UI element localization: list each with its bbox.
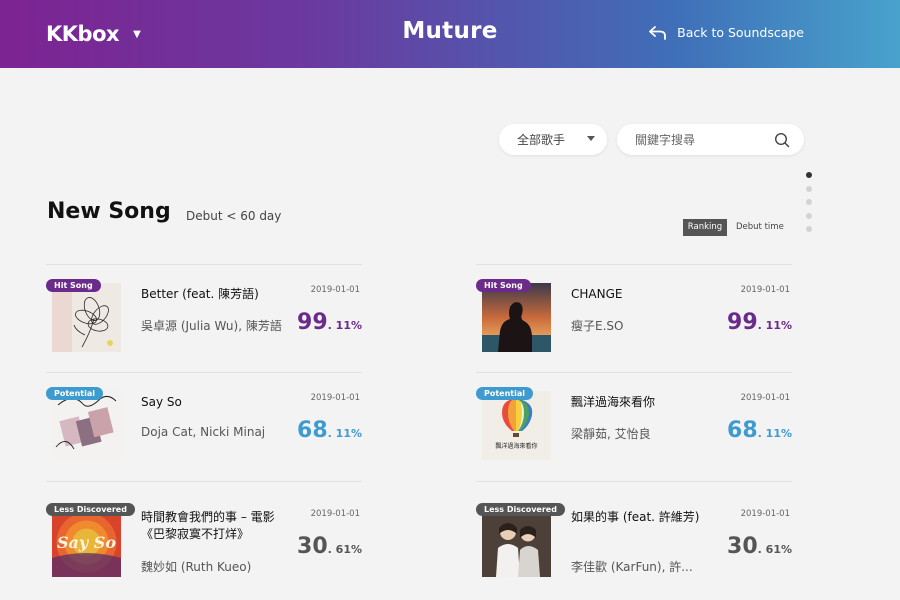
- debut-date: 2019-01-01: [310, 393, 360, 403]
- pager-dot[interactable]: [806, 226, 812, 232]
- badge-hit-song: Hit Song: [476, 279, 531, 292]
- album-cover: [482, 283, 551, 352]
- pager-dot[interactable]: [806, 199, 812, 205]
- score-decimal: . 11%: [757, 427, 792, 440]
- flower-artwork: [52, 283, 121, 352]
- top-header: KKbox ▼ Muture Back to Soundscape: [0, 0, 900, 68]
- badge-less-discovered: Less Discovered: [476, 503, 565, 516]
- score-decimal: . 11%: [327, 319, 362, 332]
- cover-text: Say So: [57, 533, 116, 552]
- score-integer: 99: [727, 310, 758, 335]
- back-link-label: Back to Soundscape: [677, 25, 804, 40]
- collage-artwork: [52, 391, 121, 460]
- cover-text: 飄洋過海來看你: [495, 442, 537, 450]
- badge-potential: Potential: [476, 387, 534, 400]
- search-icon[interactable]: [774, 132, 790, 148]
- song-card[interactable]: Say So Less Discovered 2019-01-01 時間教會我們…: [46, 481, 362, 589]
- pager-dot[interactable]: [806, 212, 812, 219]
- search-box: [617, 124, 804, 155]
- badge-potential: Potential: [46, 387, 104, 400]
- debut-date: 2019-01-01: [740, 285, 790, 295]
- score-decimal: . 61%: [757, 543, 792, 556]
- debut-date: 2019-01-01: [310, 509, 360, 519]
- say-so-artwork: Say So: [52, 508, 121, 577]
- score-decimal: . 61%: [327, 543, 362, 556]
- song-title[interactable]: Better (feat. 陳芳語): [141, 286, 276, 303]
- score-integer: 68: [297, 418, 328, 443]
- balloon-artwork: 飄洋過海來看你: [482, 391, 551, 460]
- song-score: 68. 11%: [727, 418, 792, 443]
- back-to-soundscape-link[interactable]: Back to Soundscape: [649, 25, 804, 40]
- silhouette-artwork: [482, 283, 551, 352]
- album-cover: 飄洋過海來看你: [482, 391, 551, 460]
- back-arrow-icon: [649, 25, 667, 40]
- section-title: New Song: [47, 199, 171, 224]
- debut-date: 2019-01-01: [310, 285, 360, 295]
- song-title[interactable]: 飄洋過海來看你: [571, 394, 706, 411]
- song-card[interactable]: 飄洋過海來看你 Potential 2019-01-01 飄洋過海來看你 梁靜茹…: [476, 372, 792, 480]
- artist-filter-value: 全部歌手: [517, 133, 566, 147]
- song-card[interactable]: Hit Song 2019-01-01 CHANGE 瘦子E.SO 99. 11…: [476, 264, 792, 372]
- song-title[interactable]: 時間教會我們的事 – 電影《巴黎寂寞不打烊》: [141, 509, 276, 543]
- song-artist[interactable]: 李佳歡 (KarFun), 許...: [571, 558, 716, 575]
- song-score: 99. 11%: [297, 310, 362, 335]
- artist-filter-dropdown[interactable]: 全部歌手: [499, 124, 607, 155]
- score-integer: 30: [727, 534, 758, 559]
- badge-less-discovered: Less Discovered: [46, 503, 135, 516]
- pager-dot[interactable]: [806, 172, 812, 178]
- song-artist[interactable]: 瘦子E.SO: [571, 317, 716, 334]
- sort-ranking-button[interactable]: Ranking: [683, 219, 727, 236]
- song-title[interactable]: CHANGE: [571, 286, 706, 303]
- debut-date: 2019-01-01: [740, 393, 790, 403]
- section-pager: [806, 172, 812, 240]
- pager-dot[interactable]: [806, 185, 812, 192]
- song-artist[interactable]: 吳卓源 (Julia Wu), 陳芳語: [141, 317, 286, 334]
- song-card[interactable]: Potential 2019-01-01 Say So Doja Cat, Ni…: [46, 372, 362, 480]
- album-cover: [52, 391, 121, 460]
- song-artist[interactable]: Doja Cat, Nicki Minaj: [141, 425, 286, 439]
- debut-date: 2019-01-01: [740, 509, 790, 519]
- song-score: 99. 11%: [727, 310, 792, 335]
- sort-debut-time-button[interactable]: Debut time: [736, 219, 784, 236]
- song-artist[interactable]: 梁靜茹, 艾怡良: [571, 425, 716, 442]
- song-card[interactable]: Less Discovered 2019-01-01 如果的事 (feat. 許…: [476, 481, 792, 589]
- score-integer: 99: [297, 310, 328, 335]
- search-input[interactable]: [635, 131, 765, 149]
- album-cover: [482, 508, 551, 577]
- song-score: 30. 61%: [297, 534, 362, 559]
- duo-photo-artwork: [482, 508, 551, 577]
- album-cover: Say So: [52, 508, 121, 577]
- score-decimal: . 11%: [327, 427, 362, 440]
- album-cover: [52, 283, 121, 352]
- song-card[interactable]: Hit Song 2019-01-01 Better (feat. 陳芳語) 吳…: [46, 264, 362, 372]
- song-score: 30. 61%: [727, 534, 792, 559]
- song-title[interactable]: Say So: [141, 394, 276, 411]
- dropdown-caret-icon: [587, 136, 595, 141]
- section-subtitle: Debut < 60 day: [186, 209, 282, 223]
- score-integer: 68: [727, 418, 758, 443]
- song-title[interactable]: 如果的事 (feat. 許維芳): [571, 509, 706, 526]
- badge-hit-song: Hit Song: [46, 279, 101, 292]
- song-artist[interactable]: 魏妙如 (Ruth Kueo): [141, 558, 286, 575]
- score-integer: 30: [297, 534, 328, 559]
- score-decimal: . 11%: [757, 319, 792, 332]
- song-score: 68. 11%: [297, 418, 362, 443]
